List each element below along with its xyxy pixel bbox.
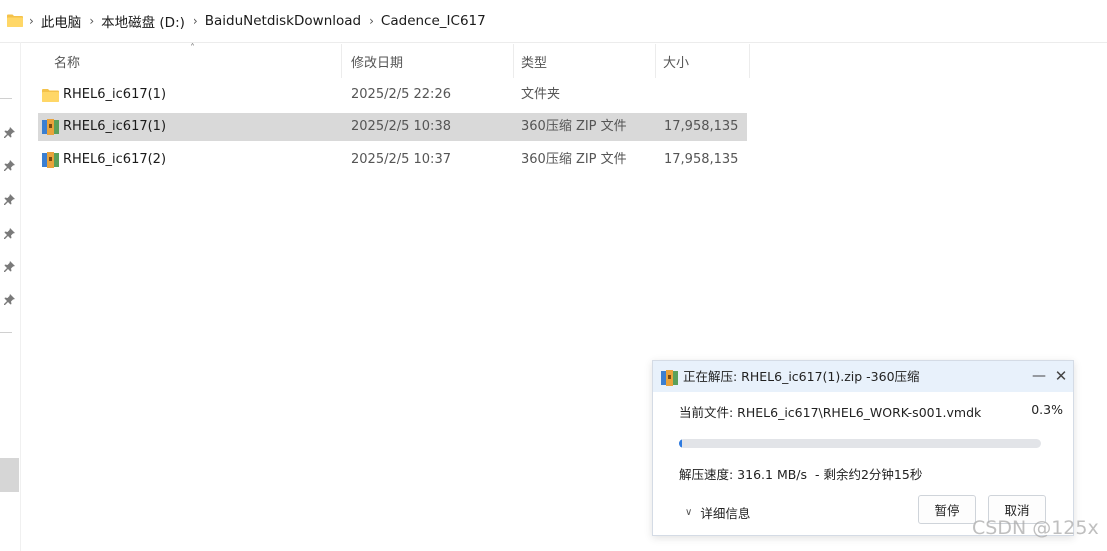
navigation-pane[interactable] bbox=[0, 42, 20, 551]
breadcrumb-item-baidu-download[interactable]: BaiduNetdiskDownload bbox=[205, 13, 361, 29]
nav-scrollbar-thumb[interactable] bbox=[0, 458, 19, 492]
chevron-right-icon[interactable]: › bbox=[89, 14, 94, 28]
minimize-icon[interactable]: — bbox=[1030, 367, 1048, 385]
pin-icon[interactable] bbox=[4, 294, 15, 305]
breadcrumb-item-this-pc[interactable]: 此电脑 bbox=[41, 11, 82, 31]
file-size: 17,958,135 ... bbox=[664, 152, 744, 167]
chevron-right-icon[interactable]: › bbox=[369, 14, 374, 28]
dialog-title-bar[interactable]: 正在解压: RHEL6_ic617(1).zip -360压缩 — ✕ bbox=[653, 361, 1073, 392]
watermark: CSDN @125x bbox=[972, 517, 1099, 539]
file-modified: 2025/2/5 10:38 bbox=[351, 119, 451, 134]
current-file-label: 当前文件: RHEL6_ic617\RHEL6_WORK-s001.vmdk bbox=[679, 405, 982, 420]
chevron-right-icon[interactable]: › bbox=[193, 14, 198, 28]
nav-divider bbox=[0, 98, 12, 99]
file-size: 17,958,135 ... bbox=[664, 119, 744, 134]
zip-archive-icon bbox=[661, 370, 678, 386]
chevron-right-icon[interactable]: › bbox=[29, 14, 34, 28]
file-name: RHEL6_ic617(2) bbox=[63, 152, 167, 167]
file-explorer-window: › 此电脑 › 本地磁盘 (D:) › BaiduNetdiskDownload… bbox=[0, 0, 1107, 551]
close-icon[interactable]: ✕ bbox=[1052, 367, 1070, 385]
file-size bbox=[664, 81, 744, 109]
column-header-size-label: 大小 bbox=[663, 55, 690, 71]
pin-icon[interactable] bbox=[4, 160, 15, 171]
address-bar[interactable]: › 此电脑 › 本地磁盘 (D:) › BaiduNetdiskDownload… bbox=[0, 0, 1107, 43]
nav-pane-border bbox=[20, 42, 21, 551]
column-header-type[interactable]: 类型 bbox=[511, 44, 656, 78]
zip-archive-icon bbox=[42, 152, 59, 168]
column-header-type-label: 类型 bbox=[521, 55, 548, 71]
pin-icon[interactable] bbox=[4, 194, 15, 205]
progress-bar-fill bbox=[679, 439, 682, 448]
column-header-size[interactable]: 大小 bbox=[653, 44, 750, 78]
file-modified: 2025/2/5 22:26 bbox=[351, 87, 451, 102]
file-type: 文件夹 bbox=[521, 87, 561, 102]
file-row[interactable]: RHEL6_ic617(2) 2025/2/5 10:37 360压缩 ZIP … bbox=[38, 146, 747, 174]
file-modified: 2025/2/5 10:37 bbox=[351, 152, 451, 167]
breadcrumb-item-local-disk[interactable]: 本地磁盘 (D:) bbox=[101, 11, 185, 31]
file-row-selected[interactable]: RHEL6_ic617(1) 2025/2/5 10:38 360压缩 ZIP … bbox=[38, 113, 747, 141]
file-row[interactable]: RHEL6_ic617(1) 2025/2/5 22:26 文件夹 bbox=[38, 81, 747, 109]
file-name: RHEL6_ic617(1) bbox=[63, 119, 167, 134]
pin-icon[interactable] bbox=[4, 127, 15, 138]
dialog-title: 正在解压: RHEL6_ic617(1).zip -360压缩 bbox=[683, 369, 920, 384]
pause-button[interactable]: 暂停 bbox=[918, 495, 976, 524]
pin-icon[interactable] bbox=[4, 261, 15, 272]
file-type: 360压缩 ZIP 文件 bbox=[521, 152, 627, 167]
file-type: 360压缩 ZIP 文件 bbox=[521, 119, 627, 134]
column-header-name-label: 名称 bbox=[54, 55, 81, 71]
chevron-down-icon: ∨ bbox=[685, 507, 693, 518]
extract-speed: 解压速度: 316.1 MB/s bbox=[679, 467, 808, 482]
progress-percent: 0.3% bbox=[1031, 402, 1063, 417]
extract-progress-dialog: 正在解压: RHEL6_ic617(1).zip -360压缩 — ✕ 当前文件… bbox=[652, 360, 1074, 536]
column-header-modified-label: 修改日期 bbox=[351, 55, 404, 71]
time-remaining: - 剩余约2分钟15秒 bbox=[815, 467, 923, 482]
progress-bar bbox=[679, 439, 1041, 448]
column-header-modified[interactable]: 修改日期 bbox=[341, 44, 514, 78]
pin-icon[interactable] bbox=[4, 228, 15, 239]
details-label: 详细信息 bbox=[700, 506, 751, 521]
file-name: RHEL6_ic617(1) bbox=[63, 87, 167, 102]
sort-ascending-icon: ˄ bbox=[190, 43, 195, 54]
breadcrumb: › 此电脑 › 本地磁盘 (D:) › BaiduNetdiskDownload… bbox=[29, 0, 494, 42]
details-toggle[interactable]: ∨ 详细信息 bbox=[685, 503, 750, 522]
nav-divider bbox=[0, 332, 12, 333]
folder-icon bbox=[7, 14, 23, 27]
breadcrumb-item-cadence[interactable]: Cadence_IC617 bbox=[381, 13, 486, 29]
folder-icon bbox=[42, 89, 59, 102]
zip-archive-icon bbox=[42, 119, 59, 135]
